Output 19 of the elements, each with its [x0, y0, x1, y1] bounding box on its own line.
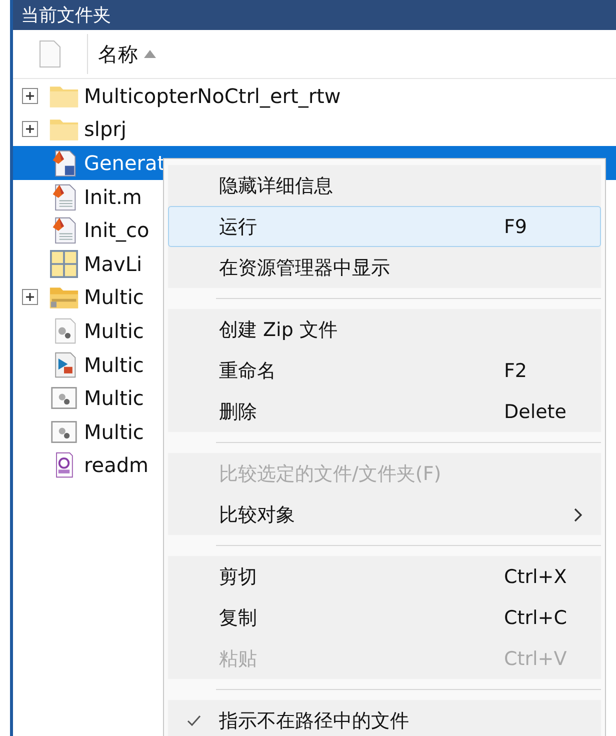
file-name: Generat [84, 150, 166, 175]
file-name: Multic [84, 386, 144, 410]
shortcut-text: Delete [504, 400, 568, 422]
file-name: Multic [84, 420, 144, 444]
panel-title: 当前文件夹 [21, 4, 111, 27]
shortcut-text: Ctrl+V [504, 648, 568, 670]
file-name: Init.m [84, 184, 142, 209]
shortcut-text: Ctrl+C [504, 606, 568, 628]
file-name: readm [84, 453, 149, 478]
shortcut-text: F2 [504, 360, 528, 382]
file-name: slprj [84, 117, 126, 142]
file-name: Init_co [84, 218, 150, 242]
shortcut-text: F9 [504, 216, 528, 238]
file-name: MulticopterNoCtrl_ert_rtw [84, 84, 341, 108]
file-name: Multic [84, 285, 144, 310]
file-name: Multic [84, 318, 144, 343]
file-name: Multic [84, 352, 144, 377]
shortcut-text: Ctrl+X [504, 566, 568, 588]
file-name: MavLi [84, 252, 142, 276]
